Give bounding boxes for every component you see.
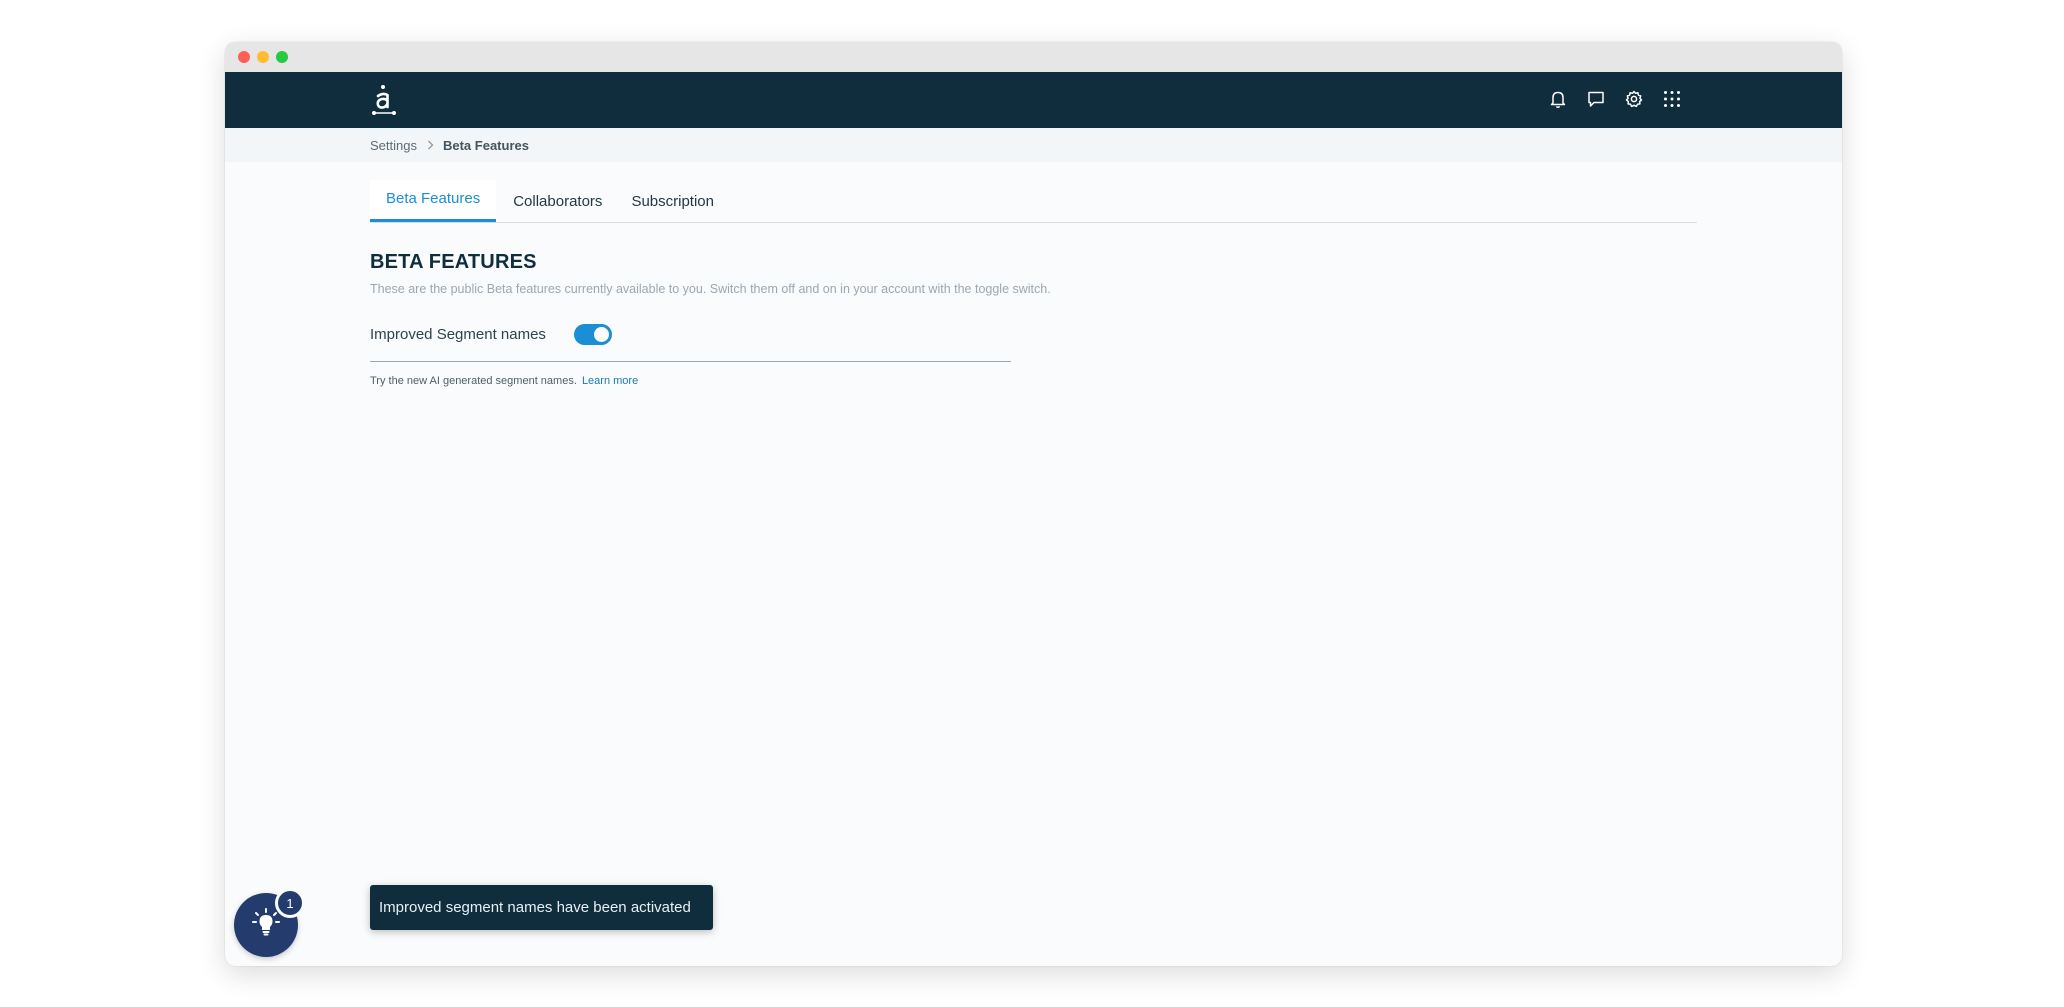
tab-collaborators[interactable]: Collaborators (496, 180, 617, 222)
page-title: BETA FEATURES (370, 251, 537, 273)
breadcrumb-settings-link[interactable]: Settings (370, 138, 417, 153)
window-maximize-button[interactable] (276, 51, 288, 63)
tab-subscription[interactable]: Subscription (617, 180, 730, 222)
help-badge-count: 1 (275, 888, 305, 918)
feature-help-description: Try the new AI generated segment names. (370, 375, 577, 387)
window-minimize-button[interactable] (257, 51, 269, 63)
settings-gear-icon[interactable] (1622, 87, 1646, 111)
feature-label: Improved Segment names (370, 325, 546, 343)
app-logo-icon[interactable] (370, 84, 400, 118)
toast-notification: Improved segment names have been activat… (370, 885, 713, 930)
breadcrumb-current: Beta Features (442, 137, 529, 153)
toast-message: Improved segment names have been activat… (379, 899, 691, 916)
breadcrumb: Settings Beta Features (225, 128, 1842, 162)
tab-beta-features[interactable]: Beta Features (370, 180, 497, 222)
toggle-knob (593, 326, 609, 342)
window-close-button[interactable] (238, 51, 250, 63)
improved-segment-names-toggle[interactable] (573, 323, 612, 345)
section-description: These are the public Beta features curre… (370, 282, 1051, 296)
window-titlebar (225, 42, 1842, 72)
top-navigation-bar (225, 72, 1842, 128)
settings-tabs: Beta Features Collaborators Subscription (370, 180, 1697, 223)
apps-grid-icon[interactable] (1660, 87, 1684, 111)
chat-icon[interactable] (1584, 87, 1608, 111)
notification-bell-icon[interactable] (1546, 87, 1570, 111)
learn-more-link[interactable]: Learn more (582, 375, 638, 387)
main-content: Beta Features Collaborators Subscription… (370, 162, 1697, 387)
browser-window: Settings Beta Features Beta Features Col… (225, 42, 1842, 966)
feature-help-text: Try the new AI generated segment names. … (370, 375, 1697, 387)
feature-row-improved-segment-names: Improved Segment names (370, 319, 1011, 362)
chevron-right-icon (427, 140, 434, 150)
